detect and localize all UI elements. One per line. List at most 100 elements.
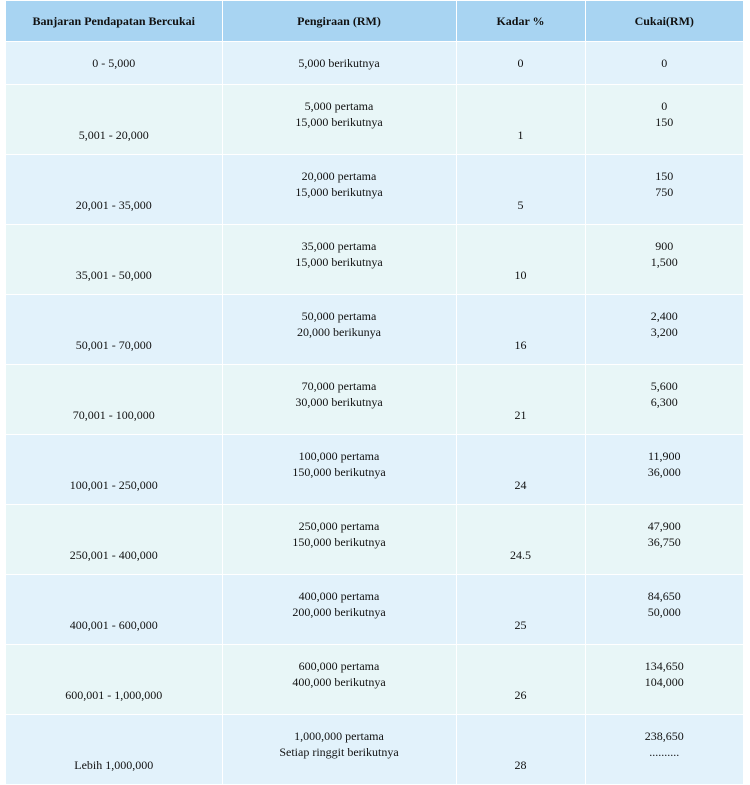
calculation-line: 15,000 berikutnya [295,115,383,129]
calculation-line: 35,000 pertama [301,239,377,253]
tax-line: 5,600 [650,379,678,393]
header-calculation: Pengiraan (RM) [222,1,457,42]
tax-cell: 2,400 3,200 [585,294,743,365]
table-row: 5,001 - 20,000 5,000 pertama 15,000 beri… [6,84,743,155]
calculation-cell: 600,000 pertama 400,000 berikutnya [222,644,457,715]
calculation-cell: 100,000 pertama 150,000 berikutnya [222,434,457,505]
tax-cell: 84,650 50,000 [585,574,743,645]
calculation-cell: 35,000 pertama 15,000 berikutnya [222,224,457,295]
tax-line: .......... [649,745,680,759]
tax-line: 0 [661,99,668,113]
calculation-cell: 400,000 pertama 200,000 berikutnya [222,574,457,645]
income-range-cell: 250,001 - 400,000 [6,504,223,575]
rate-cell: 25 [456,574,586,645]
calculation-line: 5,000 pertama [304,99,374,113]
tax-line: 150 [655,115,674,129]
calculation-cell: 70,000 pertama 30,000 berikutnya [222,364,457,435]
rate-cell: 0 [456,41,586,85]
tax-line: 6,300 [650,395,678,409]
income-range-cell: 50,001 - 70,000 [6,294,223,365]
tax-cell: 900 1,500 [585,224,743,295]
header-rate: Kadar % [456,1,586,42]
rate-cell: 24.5 [456,504,586,575]
calculation-cell: 50,000 pertama 20,000 berikunya [222,294,457,365]
rate-cell: 26 [456,644,586,715]
calculation-line: 400,000 berikutnya [292,675,386,689]
calculation-cell: 250,000 pertama 150,000 berikutnya [222,504,457,575]
tax-line: 104,000 [644,675,684,689]
calculation-line: 250,000 pertama [298,519,380,533]
tax-line: 1,500 [650,255,678,269]
tax-line: 50,000 [647,605,681,619]
income-range-cell: 0 - 5,000 [6,41,223,85]
table-row: Lebih 1,000,000 1,000,000 pertama Setiap… [6,714,743,785]
calculation-line: 70,000 pertama [301,379,377,393]
tax-line: 150 [655,169,674,183]
tax-line: 750 [655,185,674,199]
calculation-cell: 5,000 pertama 15,000 berikutnya [222,84,457,155]
rate-cell: 24 [456,434,586,505]
table-row: 250,001 - 400,000 250,000 pertama 150,00… [6,504,743,575]
calculation-line: 150,000 berikutnya [292,465,386,479]
table-row: 35,001 - 50,000 35,000 pertama 15,000 be… [6,224,743,295]
tax-line: 0 [661,56,668,70]
tax-line: 3,200 [650,325,678,339]
income-tax-rate-table: Banjaran Pendapatan Bercukai Pengiraan (… [6,1,743,785]
income-range-cell: 20,001 - 35,000 [6,154,223,225]
calculation-cell: 5,000 berikutnya [222,41,457,85]
tax-line: 134,650 [644,659,684,673]
income-range-cell: Lebih 1,000,000 [6,714,223,785]
rate-cell: 10 [456,224,586,295]
calculation-line: 400,000 pertama [298,589,380,603]
income-range-cell: 5,001 - 20,000 [6,84,223,155]
calculation-line: 50,000 pertama [301,309,377,323]
tax-line: 900 [655,239,674,253]
header-tax: Cukai(RM) [585,1,743,42]
rate-cell: 5 [456,154,586,225]
tax-line: 36,000 [647,465,681,479]
tax-cell: 150 750 [585,154,743,225]
tax-line: 11,900 [647,449,681,463]
table-body: 0 - 5,000 5,000 berikutnya 0 0 5,001 - 2… [6,41,743,785]
rate-cell: 16 [456,294,586,365]
calculation-line: Setiap ringgit berikutnya [279,745,399,759]
calculation-cell: 1,000,000 pertama Setiap ringgit berikut… [222,714,457,785]
tax-line: 238,650 [644,729,684,743]
income-range-cell: 70,001 - 100,000 [6,364,223,435]
tax-cell: 238,650 .......... [585,714,743,785]
table-header-row: Banjaran Pendapatan Bercukai Pengiraan (… [6,1,743,42]
tax-cell: 47,900 36,750 [585,504,743,575]
calculation-line: 150,000 berikutnya [292,535,386,549]
income-range-cell: 100,001 - 250,000 [6,434,223,505]
header-taxable-income-range: Banjaran Pendapatan Bercukai [6,1,223,42]
tax-line: 2,400 [650,309,678,323]
calculation-line: 1,000,000 pertama [294,729,384,743]
calculation-line: 200,000 berikutnya [292,605,386,619]
table-row: 20,001 - 35,000 20,000 pertama 15,000 be… [6,154,743,225]
table-row: 600,001 - 1,000,000 600,000 pertama 400,… [6,644,743,715]
calculation-cell: 20,000 pertama 15,000 berikutnya [222,154,457,225]
tax-cell: 134,650 104,000 [585,644,743,715]
calculation-line: 15,000 berikutnya [295,255,383,269]
tax-line: 36,750 [647,535,681,549]
income-range-cell: 600,001 - 1,000,000 [6,644,223,715]
calculation-line: 20,000 berikunya [297,325,381,339]
rate-cell: 28 [456,714,586,785]
tax-line: 84,650 [647,589,681,603]
calculation-line: 15,000 berikutnya [295,185,383,199]
calculation-line: 600,000 pertama [298,659,380,673]
tax-cell: 5,600 6,300 [585,364,743,435]
calculation-line: 100,000 pertama [298,449,380,463]
calculation-line: 20,000 pertama [301,169,377,183]
table-row: 100,001 - 250,000 100,000 pertama 150,00… [6,434,743,505]
table-row: 0 - 5,000 5,000 berikutnya 0 0 [6,41,743,85]
rate-cell: 21 [456,364,586,435]
table-row: 70,001 - 100,000 70,000 pertama 30,000 b… [6,364,743,435]
tax-cell: 0 150 [585,84,743,155]
tax-cell: 11,900 36,000 [585,434,743,505]
table-row: 400,001 - 600,000 400,000 pertama 200,00… [6,574,743,645]
income-range-cell: 35,001 - 50,000 [6,224,223,295]
tax-line: 47,900 [647,519,681,533]
rate-cell: 1 [456,84,586,155]
table-row: 50,001 - 70,000 50,000 pertama 20,000 be… [6,294,743,365]
